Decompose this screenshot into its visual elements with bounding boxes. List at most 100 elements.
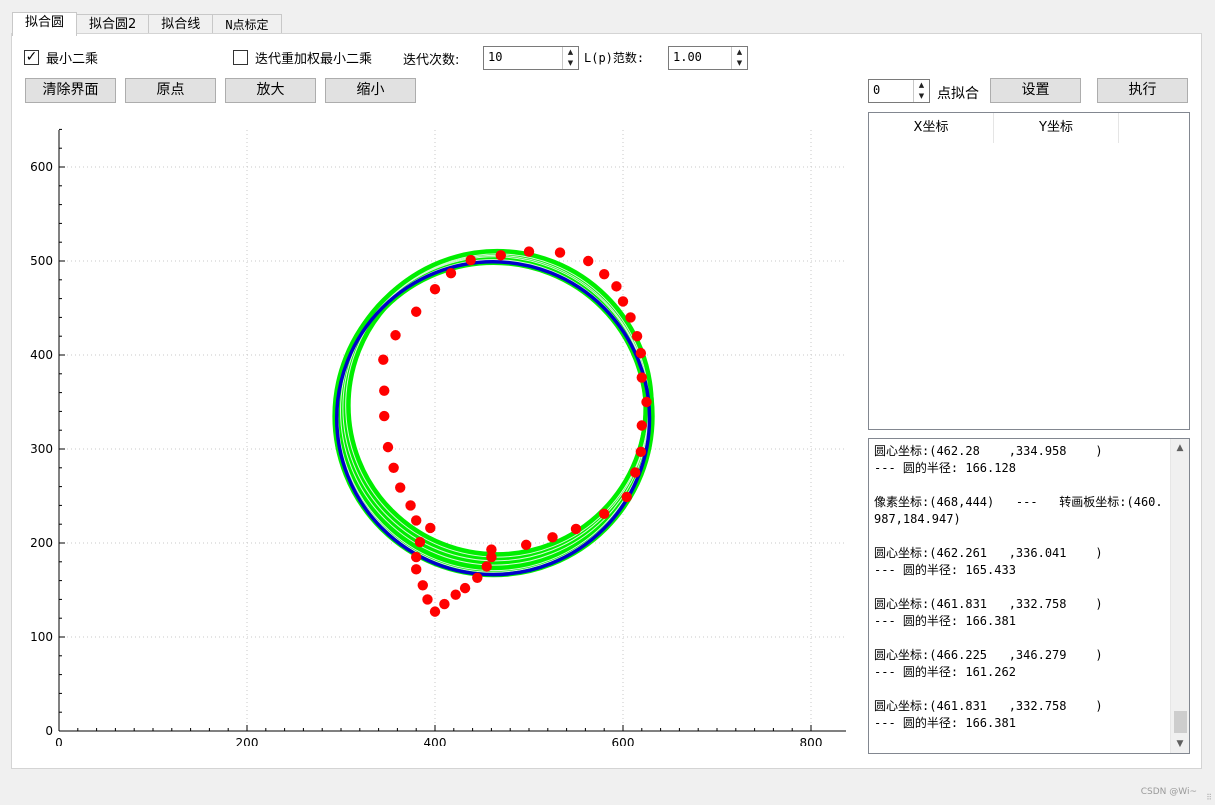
data-point <box>390 330 401 341</box>
x-tick-label: 600 <box>612 736 635 746</box>
y-tick-label: 500 <box>30 254 53 268</box>
data-point <box>379 410 390 422</box>
least-squares-checkbox[interactable]: ✓ 最小二乘 <box>24 48 98 67</box>
column-header-x[interactable]: X坐标 <box>869 113 994 143</box>
iterations-value[interactable]: 10 <box>484 47 562 69</box>
log-scrollbar[interactable]: ▲ ▼ <box>1170 439 1189 753</box>
spin-up-icon[interactable]: ▲ <box>563 47 578 58</box>
points-value[interactable]: 0 <box>869 80 913 102</box>
spin-up-icon[interactable]: ▲ <box>914 80 929 91</box>
data-point <box>414 536 426 548</box>
points-spinbox[interactable]: 0 ▲ ▼ <box>868 79 930 103</box>
data-point <box>547 532 558 543</box>
lp-norm-spinbox[interactable]: 1.00 ▲ ▼ <box>668 46 748 70</box>
result-log[interactable]: 圆心坐标:(462.28 ,334.958 ) --- 圆的半径: 166.128… <box>868 438 1190 754</box>
y-tick-label: 100 <box>30 630 53 644</box>
scroll-up-icon[interactable]: ▲ <box>1171 439 1189 457</box>
data-point <box>472 572 483 583</box>
y-tick-label: 300 <box>30 442 53 456</box>
data-point <box>417 580 428 591</box>
log-line: 圆心坐标:(461.831 ,332.758 ) <box>874 597 1103 611</box>
plot-canvas[interactable]: 0 200 400 600 800 0 100 200 300 400 500 600 <box>24 116 854 746</box>
data-point <box>520 539 532 551</box>
tab-bar: 拟合圆 拟合圆2 拟合线 N点标定 <box>12 12 282 36</box>
x-tick-label: 400 <box>424 736 447 746</box>
log-line: 圆心坐标:(461.831 ,332.758 ) <box>874 699 1103 713</box>
data-point <box>630 467 641 478</box>
data-point <box>635 446 647 458</box>
log-line: 圆心坐标:(462.28 ,334.958 ) <box>874 444 1103 458</box>
watermark: CSDN @Wi~ <box>1140 787 1197 797</box>
x-tick-label: 800 <box>800 736 823 746</box>
data-point <box>636 372 647 383</box>
resize-grip-icon[interactable]: ⠿ <box>1206 794 1212 802</box>
tab-pane: ✓ 最小二乘 迭代重加权最小二乘 迭代次数: 10 ▲ ▼ L(p)范数: 1.0… <box>11 33 1202 769</box>
data-point <box>450 589 461 600</box>
points-fit-label: 点拟合 <box>937 86 979 102</box>
data-point <box>422 594 433 605</box>
spin-up-icon[interactable]: ▲ <box>732 47 747 58</box>
checkbox-box[interactable]: ✓ <box>24 49 39 65</box>
log-line: --- 圆的半径: 166.128 <box>874 461 1016 475</box>
column-header-y[interactable]: Y坐标 <box>994 113 1119 143</box>
data-point <box>379 385 390 396</box>
log-line: 像素坐标:(468,444) --- 转画板坐标:(460.987,184.94… <box>874 495 1163 526</box>
data-point <box>621 491 632 503</box>
irls-checkbox[interactable]: 迭代重加权最小二乘 <box>233 48 372 67</box>
log-line: 圆心坐标:(466.225 ,346.279 ) <box>874 648 1103 662</box>
scroll-thumb[interactable] <box>1174 711 1187 733</box>
data-point <box>481 561 492 572</box>
checkbox-box[interactable] <box>233 50 248 65</box>
clear-button[interactable]: 清除界面 <box>25 78 116 103</box>
y-tick-label: 200 <box>30 536 53 550</box>
data-point <box>599 268 610 280</box>
data-point <box>378 354 389 365</box>
data-point <box>429 606 441 617</box>
origin-button[interactable]: 原点 <box>125 78 216 103</box>
data-point <box>495 250 506 261</box>
data-point <box>429 284 441 295</box>
data-point <box>599 508 610 520</box>
log-line: --- 圆的半径: 166.381 <box>874 716 1016 730</box>
y-tick-label: 400 <box>30 348 53 362</box>
grid <box>59 130 846 731</box>
scroll-down-icon[interactable]: ▼ <box>1171 735 1189 753</box>
data-point <box>636 420 647 431</box>
data-point <box>411 306 422 317</box>
x-tick-label: 0 <box>55 736 63 746</box>
zoom-out-button[interactable]: 缩小 <box>325 78 416 103</box>
lp-norm-value[interactable]: 1.00 <box>669 47 731 69</box>
data-point <box>554 247 566 258</box>
log-line: --- 圆的半径: 165.433 <box>874 563 1016 577</box>
tab-fit-circle[interactable]: 拟合圆 <box>12 12 78 36</box>
data-point <box>583 255 594 267</box>
spin-down-icon[interactable]: ▼ <box>563 58 578 69</box>
data-point <box>617 296 629 307</box>
data-point <box>523 246 535 257</box>
axes <box>58 128 846 732</box>
data-point <box>486 544 497 555</box>
data-point <box>635 347 647 359</box>
data-point <box>439 598 450 610</box>
log-line: --- 圆的半径: 161.262 <box>874 665 1016 679</box>
data-point <box>411 551 422 563</box>
data-point <box>382 441 394 453</box>
y-tick-label: 600 <box>30 160 53 174</box>
data-point <box>395 482 406 493</box>
coordinate-table[interactable]: X坐标 Y坐标 <box>868 112 1190 430</box>
zoom-in-button[interactable]: 放大 <box>225 78 316 103</box>
data-point <box>631 331 643 342</box>
y-tick-label: 0 <box>45 724 53 738</box>
iterations-spinbox[interactable]: 10 ▲ ▼ <box>483 46 579 70</box>
check-icon: ✓ <box>25 49 38 65</box>
data-point <box>641 396 652 408</box>
spin-down-icon[interactable]: ▼ <box>732 58 747 69</box>
spin-down-icon[interactable]: ▼ <box>914 91 929 102</box>
execute-button[interactable]: 执行 <box>1097 78 1188 103</box>
x-tick-label: 200 <box>236 736 259 746</box>
settings-button[interactable]: 设置 <box>990 78 1081 103</box>
log-line: 圆心坐标:(462.261 ,336.041 ) <box>874 546 1103 560</box>
